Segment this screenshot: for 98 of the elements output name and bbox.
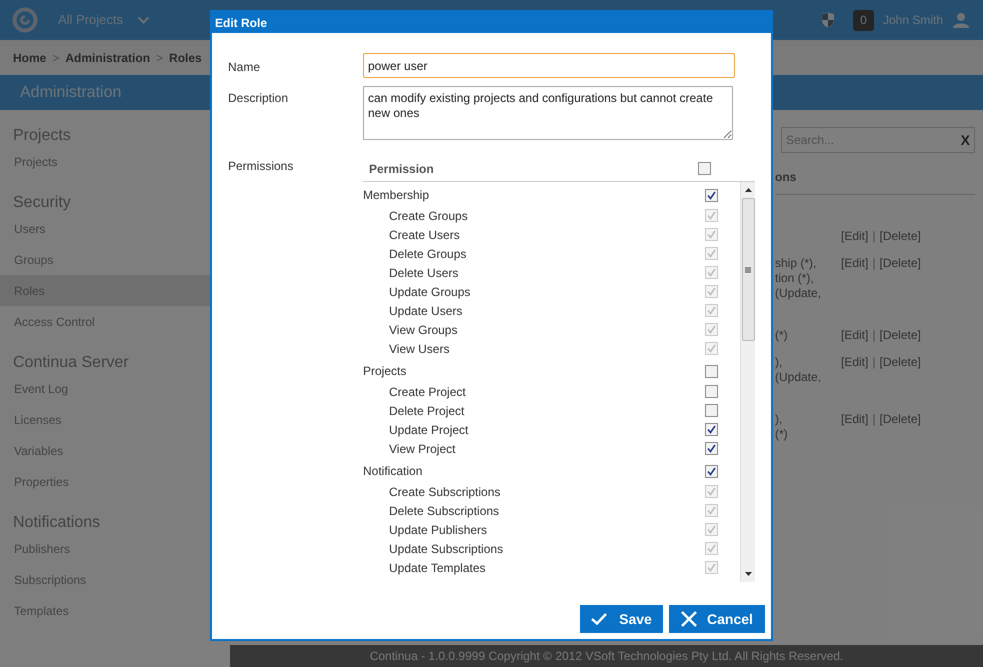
- sidebar-item[interactable]: Publishers: [0, 533, 210, 564]
- permission-item: View Users: [389, 340, 450, 358]
- permission-item: Update Publishers: [389, 522, 488, 538]
- permission-item: Delete Users: [389, 264, 460, 282]
- close-icon: [681, 611, 698, 627]
- user-name[interactable]: John Smith: [882, 11, 943, 29]
- cancel-button[interactable]: Cancel: [669, 605, 765, 633]
- permission-item: Delete Groups: [389, 246, 468, 262]
- scrollbar[interactable]: [740, 182, 755, 582]
- permission-item: Create Subscriptions: [389, 484, 502, 500]
- clear-search-button[interactable]: X: [960, 130, 970, 150]
- permission-item: View Project: [389, 440, 456, 458]
- scroll-down-icon[interactable]: [744, 572, 752, 576]
- permission-item: Update Templates: [389, 560, 487, 576]
- permission-item: View Groups: [389, 322, 458, 338]
- permission-group: Membership: [363, 186, 705, 204]
- breadcrumb-link[interactable]: Administration: [65, 48, 150, 66]
- sidebar-heading: Notifications: [12, 513, 102, 533]
- permission-item: Update Project: [389, 422, 470, 438]
- breadcrumb-link[interactable]: Home: [13, 48, 46, 66]
- permission-item: Create Project: [389, 384, 467, 400]
- column-header: ons: [775, 169, 796, 186]
- page-title: Administration: [20, 82, 122, 102]
- delete-link[interactable]: [Delete]: [879, 412, 921, 442]
- sidebar-heading: Security: [12, 193, 72, 213]
- scrollbar-thumb[interactable]: [742, 198, 754, 341]
- breadcrumb-link[interactable]: Roles: [169, 48, 202, 66]
- permission-group: Projects: [363, 362, 705, 380]
- sidebar-item[interactable]: Users: [0, 213, 210, 244]
- permission-group: Notification: [363, 462, 705, 480]
- table-cell-text: ),: [775, 355, 784, 370]
- field-label: Description: [228, 90, 290, 107]
- shield-icon[interactable]: [820, 12, 835, 28]
- copyright-text: Continua - 1.0.0.9999 Copyright © 2012 VSoft Technologies Pty Ltd. All Rights Reserved.: [370, 648, 844, 665]
- permission-item: Create Users: [389, 226, 461, 244]
- sidebar-heading: Projects: [12, 126, 72, 146]
- scroll-up-icon[interactable]: [744, 188, 752, 192]
- user-icon[interactable]: [953, 12, 969, 28]
- permission-item: Create Groups: [389, 208, 469, 224]
- link-separator: |: [872, 256, 876, 272]
- sidebar-item[interactable]: Subscriptions: [0, 564, 210, 595]
- permission-item: Update Subscriptions: [389, 540, 504, 558]
- field-label: Name: [228, 59, 262, 76]
- checkbox[interactable]: [705, 364, 718, 378]
- delete-link[interactable]: [Delete]: [879, 355, 921, 412]
- grip-icon: [745, 266, 751, 272]
- sidebar-item[interactable]: Variables: [0, 435, 210, 466]
- link-separator: |: [872, 355, 876, 371]
- breadcrumb-separator: >: [156, 50, 164, 66]
- table-cell-text: ship (*),: [775, 256, 818, 271]
- checkbox[interactable]: [705, 188, 718, 202]
- link-separator: |: [872, 229, 876, 245]
- delete-link[interactable]: [Delete]: [879, 328, 921, 355]
- notification-count[interactable]: 0: [852, 10, 874, 30]
- edit-link[interactable]: [Edit]: [841, 229, 868, 256]
- sidebar-heading: Continua Server: [12, 353, 130, 373]
- sidebar-item[interactable]: Licenses: [0, 404, 210, 435]
- edit-link[interactable]: [Edit]: [841, 412, 868, 442]
- link-separator: |: [872, 412, 876, 428]
- edit-link[interactable]: [Edit]: [841, 256, 868, 328]
- table-cell-text: ),: [775, 412, 784, 427]
- field-label: Permissions: [228, 158, 294, 175]
- logo-icon: [12, 7, 38, 33]
- description-field[interactable]: can modify existing projects and configurations but cannot create new ones: [363, 86, 733, 140]
- delete-link[interactable]: [Delete]: [879, 229, 921, 256]
- link-separator: |: [872, 328, 876, 344]
- breadcrumb-separator: >: [52, 50, 60, 66]
- table-cell-text: (*): [775, 427, 789, 442]
- save-button[interactable]: Save: [580, 605, 663, 633]
- check-icon: [591, 613, 608, 625]
- checkbox[interactable]: [705, 442, 718, 455]
- delete-link[interactable]: [Delete]: [879, 256, 921, 328]
- sidebar-item[interactable]: Properties: [0, 466, 210, 497]
- table-cell-text: (*): [775, 328, 789, 343]
- checkbox[interactable]: [705, 404, 718, 417]
- checkbox[interactable]: [698, 162, 711, 175]
- sidebar-item[interactable]: Access Control: [0, 306, 210, 337]
- permission-item: Update Users: [389, 302, 464, 320]
- dialog-title: Edit Role: [215, 14, 268, 32]
- checkbox[interactable]: [705, 423, 718, 436]
- permission-item: Delete Project: [389, 402, 466, 420]
- edit-link[interactable]: [Edit]: [841, 355, 868, 412]
- permission-item: Update Groups: [389, 284, 472, 300]
- checkbox[interactable]: [705, 385, 718, 398]
- chevron-down-icon: [137, 16, 150, 24]
- table-cell-text: (Update,: [775, 286, 822, 301]
- name-field[interactable]: power user: [363, 53, 735, 78]
- permission-item: Delete Subscriptions: [389, 502, 500, 520]
- sidebar-item[interactable]: Projects: [0, 146, 210, 177]
- table-cell-text: tion (*),: [775, 271, 815, 286]
- table-cell-text: (Update,: [775, 370, 822, 385]
- sidebar-item[interactable]: Event Log: [0, 373, 210, 404]
- project-selector[interactable]: All Projects: [58, 10, 150, 30]
- sidebar-item[interactable]: Templates: [0, 595, 210, 626]
- column-header: Permission: [369, 160, 435, 178]
- edit-link[interactable]: [Edit]: [841, 328, 868, 355]
- checkbox[interactable]: [705, 464, 718, 478]
- sidebar-item[interactable]: Groups: [0, 244, 210, 275]
